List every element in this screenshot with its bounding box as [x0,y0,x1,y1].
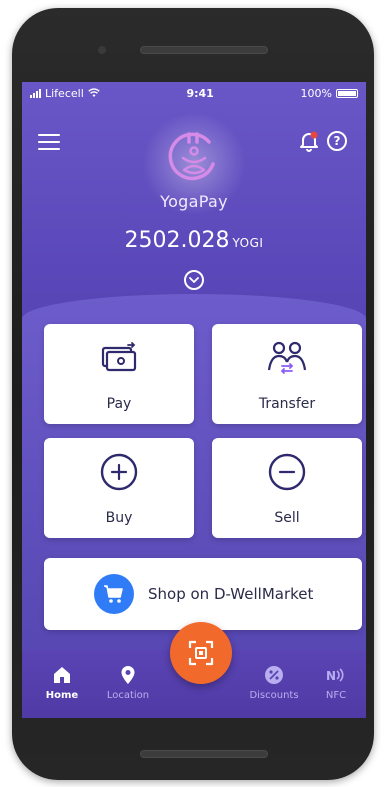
cash-icon [101,342,137,372]
nfc-icon: N [325,664,347,686]
svg-text:N: N [326,669,336,683]
status-bar: Lifecell 9:41 100% [22,82,366,104]
balance-amount: 2502.028 [124,228,230,253]
tab-nfc-label: NFC [325,690,347,701]
battery-percent: 100% [300,86,332,100]
yogapay-logo [139,114,249,214]
expand-balance-button[interactable] [184,270,204,290]
carrier-name: Lifecell [45,86,84,100]
balance-unit: YOGI [232,236,264,250]
notifications-button[interactable] [298,130,320,152]
battery-icon [336,88,358,98]
transfer-tile[interactable]: Transfer [212,324,362,424]
tab-home[interactable]: Home [32,664,92,701]
pay-tile[interactable]: Pay [44,324,194,424]
tab-discounts-label: Discounts [249,690,299,701]
tab-nfc[interactable]: N NFC [306,664,366,701]
tab-discounts[interactable]: Discounts [244,664,304,701]
minus-circle-icon [268,453,306,491]
front-camera [98,46,106,54]
phone-bottom-bar [140,750,268,758]
wifi-icon [88,88,100,97]
shop-label: Shop on D-WellMarket [148,585,314,603]
balance-display: 2502.028 YOGI [22,228,366,253]
shop-dwellmarket-button[interactable]: Shop on D-WellMarket [44,558,362,630]
yoga-pose-icon [168,132,215,181]
tab-location[interactable]: Location [98,664,158,701]
signal-icon [30,88,41,98]
discount-icon [263,664,285,686]
scan-qr-button[interactable] [170,622,232,684]
plus-circle-icon [100,453,138,491]
tab-location-label: Location [106,690,150,701]
sell-label: Sell [274,510,300,526]
bell-icon [300,131,318,152]
buy-tile[interactable]: Buy [44,438,194,538]
buy-label: Buy [105,510,133,526]
home-icon [51,664,73,686]
sell-tile[interactable]: Sell [212,438,362,538]
transfer-users-icon [267,341,307,374]
notification-dot [310,131,318,139]
pay-label: Pay [106,396,132,412]
help-button[interactable]: ? [327,131,347,151]
location-pin-icon [117,664,139,686]
app-screen: Lifecell 9:41 100% ? YogaPay 2502.028 YO… [22,82,366,718]
transfer-label: Transfer [258,396,316,412]
cart-icon [94,574,134,614]
clock-time: 9:41 [186,86,214,100]
hamburger-menu-button[interactable] [38,134,60,150]
scan-icon [188,640,214,666]
chevron-down-icon [189,277,199,283]
tab-home-label: Home [45,690,79,701]
brand-name: YogaPay [160,192,228,211]
earpiece-speaker [140,46,268,54]
